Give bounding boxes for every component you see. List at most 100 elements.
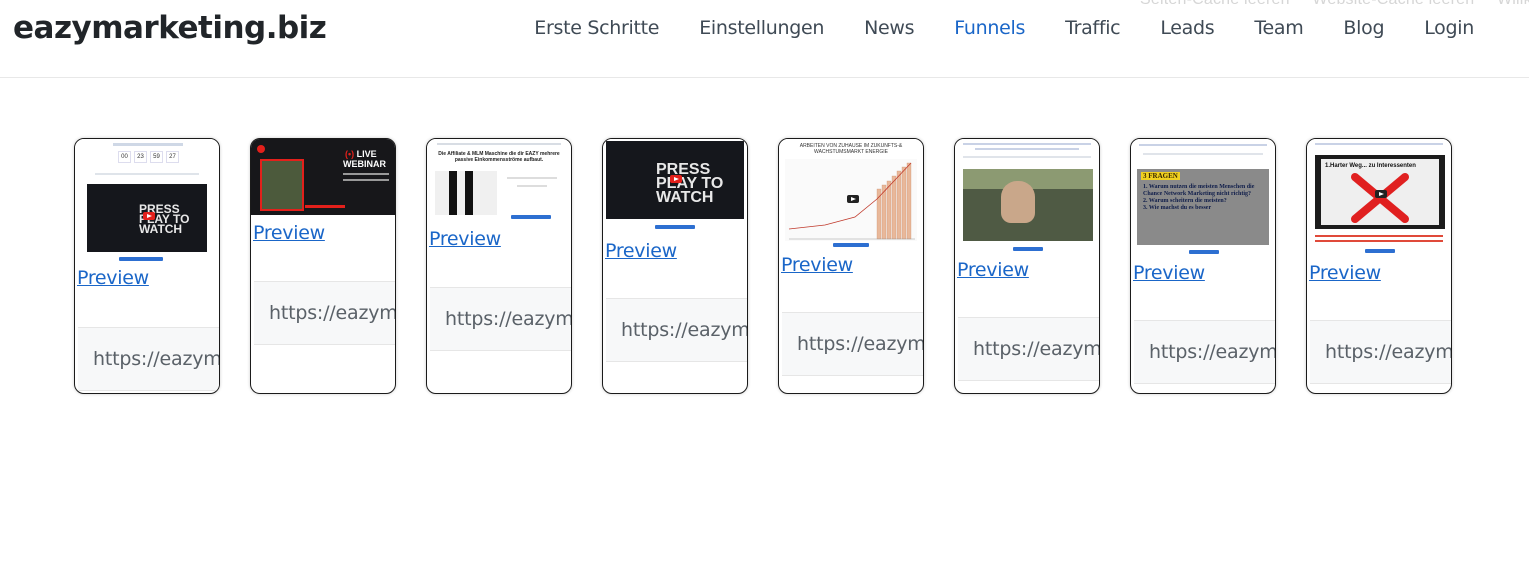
funnel-card: 00 23 59 27 PRESS PLAY TO WATCH Preview … bbox=[74, 138, 220, 394]
thumb-cta-button bbox=[1365, 249, 1395, 253]
video-player[interactable] bbox=[963, 169, 1093, 241]
person-shape bbox=[1001, 181, 1035, 223]
play-icon[interactable] bbox=[143, 212, 155, 220]
funnel-thumbnail[interactable]: 3 FRAGEN 1. Warum nutzen die meisten Men… bbox=[1131, 139, 1275, 256]
chart-bars bbox=[876, 162, 912, 240]
funnel-url-text: https://eazymarketing.biz bbox=[621, 319, 747, 341]
funnel-card: PRESS PLAY TO WATCH Preview https://eazy… bbox=[602, 138, 748, 394]
thumb-subline bbox=[95, 173, 199, 175]
preview-link[interactable]: Preview bbox=[957, 259, 1029, 281]
funnel-card: 3 FRAGEN 1. Warum nutzen die meisten Men… bbox=[1130, 138, 1276, 394]
play-icon[interactable] bbox=[670, 175, 682, 183]
funnel-url-box[interactable]: https://eazymarketing.biz bbox=[958, 317, 1099, 381]
video-player[interactable]: PRESS PLAY TO WATCH bbox=[606, 141, 744, 219]
webinar-label: WEBINAR bbox=[343, 159, 386, 169]
whiteboard: 1.Harter Weg... zu Interessenten bbox=[1321, 159, 1439, 225]
thumb-cta-button bbox=[833, 243, 869, 247]
funnel-thumbnail[interactable] bbox=[955, 139, 1099, 253]
preview-link[interactable]: Preview bbox=[1309, 262, 1381, 284]
funnel-thumbnail[interactable]: 1.Harter Weg... zu Interessenten bbox=[1307, 139, 1451, 256]
play-icon[interactable] bbox=[1375, 190, 1387, 198]
funnel-url-box[interactable]: https://eazymarketing.biz bbox=[782, 312, 923, 376]
funnel-url-text: https://eazymarketing.biz bbox=[445, 308, 571, 330]
funnel-url-text: https://eazymarketing.biz bbox=[797, 333, 923, 355]
countdown-timer: 00 23 59 27 bbox=[118, 151, 179, 163]
fragen-list: 1. Warum nutzen die meisten Menschen die… bbox=[1143, 184, 1267, 212]
chart-bar bbox=[901, 166, 907, 240]
webinar-bar bbox=[305, 205, 345, 208]
brand-logo-link[interactable]: eazymarketing.biz bbox=[13, 10, 327, 46]
preview-link[interactable]: Preview bbox=[605, 240, 677, 262]
funnel-card: (•) LIVE WEBINAR Preview https://eazymar… bbox=[250, 138, 396, 394]
funnel-thumbnail[interactable]: ARBEITEN VON ZUHAUSE IM ZUKUNFTS-& WACHS… bbox=[779, 139, 923, 249]
phone-shape bbox=[449, 171, 457, 215]
countdown-hours: 23 bbox=[134, 151, 147, 163]
webinar-line bbox=[343, 173, 389, 175]
countdown-days: 00 bbox=[118, 151, 131, 163]
top-navbar: eazymarketing.biz Erste Schritte Einstel… bbox=[0, 0, 1529, 78]
funnel-thumbnail[interactable]: (•) LIVE WEBINAR bbox=[251, 139, 395, 215]
thumb-header-line bbox=[1315, 143, 1443, 145]
phone-mockup bbox=[435, 171, 497, 215]
thumb-line bbox=[507, 177, 557, 179]
preview-link[interactable]: Preview bbox=[253, 222, 325, 244]
video-overlay-text: PRESS PLAY TO WATCH bbox=[656, 161, 724, 206]
funnel-thumbnail[interactable]: Die Affiliate & MLM Maschine die dir EAZ… bbox=[427, 139, 571, 223]
chart-bar bbox=[886, 180, 892, 240]
record-icon bbox=[257, 145, 265, 153]
thumb-cta-button bbox=[655, 225, 695, 229]
funnel-url-text: https://eazymarketing.biz bbox=[269, 302, 395, 324]
nav-news[interactable]: News bbox=[844, 17, 934, 39]
nav-traffic[interactable]: Traffic bbox=[1045, 17, 1140, 39]
nav-funnels[interactable]: Funnels bbox=[934, 17, 1045, 39]
funnel-url-box[interactable]: https://eazymarketing.biz bbox=[1310, 320, 1451, 384]
video-player[interactable]: PRESS PLAY TO WATCH bbox=[87, 184, 207, 252]
play-icon[interactable] bbox=[847, 195, 859, 203]
main-menu: Erste Schritte Einstellungen News Funnel… bbox=[514, 17, 1494, 39]
funnel-url-text: https://eazymarketing.biz bbox=[1325, 341, 1451, 363]
funnel-url-box[interactable]: https://eazymarketing.biz bbox=[78, 327, 219, 391]
chart-bar bbox=[896, 170, 902, 240]
nav-leads[interactable]: Leads bbox=[1140, 17, 1234, 39]
preview-link[interactable]: Preview bbox=[1133, 262, 1205, 284]
fragen-item-1: 1. Warum nutzen die meisten Menschen die… bbox=[1143, 184, 1255, 197]
live-text: LIVE bbox=[356, 149, 377, 159]
nav-blog[interactable]: Blog bbox=[1323, 17, 1404, 39]
fragen-item-2: 2. Warum scheitern die meisten? bbox=[1143, 198, 1227, 204]
thumb-header-line bbox=[975, 148, 1079, 150]
thumb-subline bbox=[963, 156, 1091, 158]
preview-link[interactable]: Preview bbox=[781, 254, 853, 276]
thumb-headline: ARBEITEN VON ZUHAUSE IM ZUKUNFTS-& WACHS… bbox=[799, 143, 903, 155]
funnel-url-box[interactable]: https://eazymarketing.biz bbox=[606, 298, 747, 362]
fragen-video[interactable]: 3 FRAGEN 1. Warum nutzen die meisten Men… bbox=[1137, 169, 1269, 245]
video-player[interactable]: 1.Harter Weg... zu Interessenten bbox=[1315, 155, 1445, 229]
thumb-cta-button bbox=[119, 257, 163, 261]
thumb-subline bbox=[1143, 153, 1263, 155]
nav-team[interactable]: Team bbox=[1234, 17, 1323, 39]
chart-bar bbox=[906, 162, 912, 240]
presenter-image bbox=[260, 159, 304, 211]
nav-einstellungen[interactable]: Einstellungen bbox=[679, 17, 844, 39]
thumb-red-line bbox=[1315, 235, 1443, 237]
thumb-line bbox=[517, 185, 547, 187]
funnel-card: Die Affiliate & MLM Maschine die dir EAZ… bbox=[426, 138, 572, 394]
fragen-item-3: 3. Wie machst du es besser bbox=[1143, 205, 1212, 211]
thumb-header-line bbox=[963, 143, 1091, 145]
funnel-thumbnail[interactable]: 00 23 59 27 PRESS PLAY TO WATCH bbox=[75, 139, 219, 267]
nav-login[interactable]: Login bbox=[1404, 17, 1494, 39]
nav-erste-schritte[interactable]: Erste Schritte bbox=[514, 17, 679, 39]
thumb-header-line bbox=[1139, 144, 1267, 146]
countdown-seconds: 27 bbox=[166, 151, 179, 163]
thumb-cta-button bbox=[511, 215, 551, 219]
funnel-url-text: https://eazymarketing.biz bbox=[1149, 341, 1275, 363]
thumb-header-line bbox=[113, 143, 183, 146]
funnel-url-box[interactable]: https://eazymarketing.biz bbox=[430, 287, 571, 351]
funnel-url-box[interactable]: https://eazymarketing.biz bbox=[254, 281, 395, 345]
funnel-thumbnail[interactable]: PRESS PLAY TO WATCH bbox=[603, 139, 747, 235]
fragen-title: 3 FRAGEN bbox=[1141, 172, 1180, 180]
thumb-red-line bbox=[1315, 240, 1443, 242]
preview-link[interactable]: Preview bbox=[77, 267, 149, 289]
funnel-url-box[interactable]: https://eazymarketing.biz bbox=[1134, 320, 1275, 384]
preview-link[interactable]: Preview bbox=[429, 228, 501, 250]
phone-shape bbox=[465, 171, 473, 215]
